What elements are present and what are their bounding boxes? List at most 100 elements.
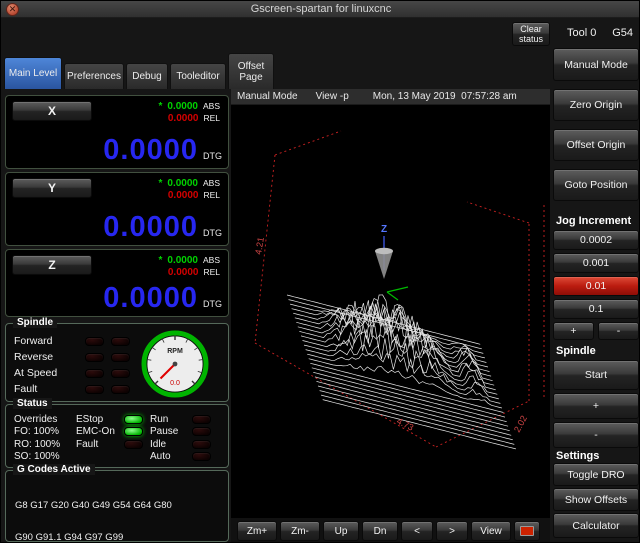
dim-left-label: 4.21 (253, 236, 266, 255)
forward-led2 (111, 337, 130, 346)
abs-value: 0.0000 (167, 178, 198, 189)
rel-value: 0.0000 (168, 113, 199, 124)
jog-option-01-button[interactable]: 0.01 (553, 276, 639, 296)
reverse-led (85, 353, 104, 362)
tab-offset-page[interactable]: Offset Page (228, 53, 274, 89)
tab-preferences[interactable]: Preferences (64, 63, 124, 89)
app-window: ✕ Gscreen-spartan for linuxcnc Clear sta… (0, 0, 640, 543)
origin-axes-icon (387, 287, 408, 300)
close-icon[interactable]: ✕ (6, 3, 19, 16)
axis-z-button[interactable]: Z (12, 255, 92, 275)
jog-increment-label: Jog Increment (553, 214, 639, 228)
tab-main-level[interactable]: Main Level (4, 57, 62, 89)
fullscreen-button[interactable] (514, 521, 540, 541)
homed-indicator: * (158, 178, 162, 189)
fault-led (124, 440, 143, 449)
dtg-readout: 0.0000 DTG (103, 138, 222, 163)
spindle-row-reverse: Reverse (14, 349, 130, 365)
tool-cone-icon (375, 248, 393, 279)
jog-minus-button[interactable]: - (598, 322, 639, 340)
emc-on-led (124, 427, 143, 436)
dtg-value: 0.0000 (103, 138, 198, 163)
spindle-fault-led (85, 385, 104, 394)
status-panel: Status Overrides EStop Run FO: 100% EMC-… (5, 404, 229, 468)
axis-y-button[interactable]: Y (12, 178, 92, 198)
abs-readout: * 0.0000 ABS (158, 101, 220, 112)
up-button[interactable]: Up (323, 521, 359, 541)
clear-status-button[interactable]: Clear status (512, 22, 550, 46)
atspeed-led2 (111, 369, 130, 378)
plot-canvas[interactable]: 4.21 4.73 2.02 Z (231, 105, 550, 518)
rpm-gauge: RPM 0.0 (139, 328, 211, 400)
gcodes-panel-title: G Codes Active (13, 464, 95, 475)
calculator-button[interactable]: Calculator (553, 513, 639, 538)
dro-panel-y: Y * 0.0000 ABS 0.0000 REL 0.0000 DTG (5, 172, 229, 246)
homed-indicator: * (158, 255, 162, 266)
axis-x-button[interactable]: X (12, 101, 92, 121)
rel-value: 0.0000 (168, 267, 199, 278)
homed-indicator: * (158, 101, 162, 112)
titlebar: ✕ Gscreen-spartan for linuxcnc (1, 1, 640, 18)
idle-led (192, 440, 211, 449)
estop-label: EStop (76, 414, 122, 425)
rel-readout: 0.0000 REL (168, 267, 220, 278)
spindle-row-fault: Fault (14, 381, 130, 397)
plot-header: Manual Mode View -p Mon, 13 May 2019 07:… (231, 89, 550, 105)
spindle-minus-button[interactable]: - (553, 422, 639, 448)
goto-position-button[interactable]: Goto Position (553, 169, 639, 201)
dtg-readout: 0.0000 DTG (103, 215, 222, 240)
status-panel-title: Status (13, 398, 52, 409)
reverse-led2 (111, 353, 130, 362)
pause-led (192, 427, 211, 436)
emc-on-label: EMC-On (76, 426, 122, 437)
gauge-unit-label: RPM (167, 348, 183, 355)
idle-label: Idle (150, 439, 190, 450)
gcode-line: G8 G17 G20 G40 G49 G54 G64 G80 (15, 501, 172, 512)
gcodes-panel: G Codes Active G8 G17 G20 G40 G49 G54 G6… (5, 470, 229, 542)
tool-info: Tool 0 G54 (567, 27, 633, 39)
rel-value: 0.0000 (168, 190, 199, 201)
rotate-right-button[interactable]: > (436, 521, 468, 541)
jog-plus-button[interactable]: + (553, 322, 594, 340)
zero-origin-button[interactable]: Zero Origin (553, 89, 639, 121)
tab-tooleditor[interactable]: Tooleditor (170, 63, 226, 89)
plot-mode-label: Manual Mode (237, 91, 298, 102)
manual-mode-button[interactable]: Manual Mode (553, 48, 639, 81)
spindle-start-button[interactable]: Start (553, 360, 639, 390)
abs-value: 0.0000 (167, 255, 198, 266)
jog-option-1-button[interactable]: 0.1 (553, 299, 639, 319)
jog-option-001-button[interactable]: 0.001 (553, 253, 639, 273)
spindle-plus-button[interactable]: + (553, 393, 639, 419)
plot-datetime: Mon, 13 May 2019 07:57:28 am (373, 91, 517, 102)
settings-section-label: Settings (553, 449, 639, 462)
dtg-readout: 0.0000 DTG (103, 286, 222, 311)
rotate-left-button[interactable]: < (401, 521, 433, 541)
dtg-value: 0.0000 (103, 215, 198, 240)
view-button[interactable]: View (471, 521, 511, 541)
plot-button-row: Zm+ Zm- Up Dn < > View (231, 518, 550, 543)
dro-panel-z: Z * 0.0000 ABS 0.0000 REL 0.0000 DTG (5, 249, 229, 317)
fault-label: Fault (76, 439, 122, 450)
feed-override: FO: 100% (14, 426, 76, 437)
toggle-dro-button[interactable]: Toggle DRO (553, 463, 639, 486)
jog-option-0002-button[interactable]: 0.0002 (553, 230, 639, 250)
dro-panel-x: X * 0.0000 ABS 0.0000 REL 0.0000 DTG (5, 95, 229, 169)
rel-readout: 0.0000 REL (168, 113, 220, 124)
plot-area: Manual Mode View -p Mon, 13 May 2019 07:… (231, 89, 550, 543)
zoom-in-button[interactable]: Zm+ (237, 521, 277, 541)
spindle-panel: Spindle Forward Reverse At Speed Fault (5, 323, 229, 402)
estop-led (124, 415, 143, 424)
abs-readout: * 0.0000 ABS (158, 178, 220, 189)
spindle-row-forward: Forward (14, 333, 130, 349)
zoom-out-button[interactable]: Zm- (280, 521, 320, 541)
offset-origin-button[interactable]: Offset Origin (553, 129, 639, 161)
abs-readout: * 0.0000 ABS (158, 255, 220, 266)
tab-debug[interactable]: Debug (126, 63, 168, 89)
plot-view-label: View -p (316, 91, 349, 102)
show-offsets-button[interactable]: Show Offsets (553, 488, 639, 511)
dtg-value: 0.0000 (103, 286, 198, 311)
run-label: Run (150, 414, 190, 425)
down-button[interactable]: Dn (362, 521, 398, 541)
screen-icon (520, 526, 534, 536)
spindle-panel-title: Spindle (13, 317, 57, 328)
